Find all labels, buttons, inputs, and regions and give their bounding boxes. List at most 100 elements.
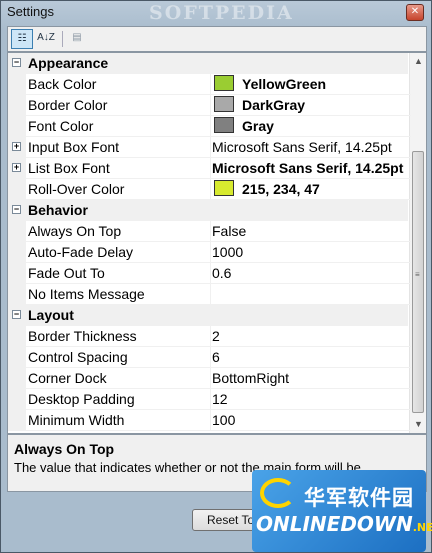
property-name: Corner Dock [26,368,211,389]
property-value[interactable]: Gray [209,116,411,137]
property-name: Auto-Fade Delay [26,242,211,263]
property-value-text: Microsoft Sans Serif, 14.25pt [212,160,404,176]
close-button[interactable]: ✕ [406,4,424,21]
property-value-text: 12 [212,391,228,407]
property-value[interactable]: 215, 234, 47 [209,179,411,200]
property-value[interactable]: 100 [209,410,411,431]
property-row[interactable]: No Items Message [8,284,411,305]
property-grid: ▲ ≡ ▼ − Appearance Back Color YellowGreen Bo… [7,52,427,434]
property-row[interactable]: Control Spacing 6 [8,347,411,368]
collapse-icon[interactable]: − [12,310,21,319]
window-title: Settings [7,4,54,19]
close-icon: ✕ [410,6,420,17]
property-value[interactable]: 2 [209,326,411,347]
color-swatch [214,96,234,112]
property-row[interactable]: Fade Out To 0.6 [8,263,411,284]
property-name: Desktop Padding [26,389,211,410]
property-pages-button[interactable]: ▤ [66,29,88,49]
expand-icon[interactable]: + [12,142,21,151]
row-gutter [8,74,26,95]
property-value[interactable]: False [209,221,411,242]
title-bar[interactable]: Settings SOFTPEDIA ✕ [1,1,431,24]
property-name: List Box Font [26,158,211,179]
color-swatch [214,180,234,196]
property-value[interactable]: Microsoft Sans Serif, 14.25pt [209,137,411,158]
property-value-text: 6 [212,349,220,365]
property-row[interactable]: Roll-Over Color 215, 234, 47 [8,179,411,200]
vertical-scrollbar[interactable]: ▲ ≡ ▼ [409,53,426,433]
property-name: Input Box Font [26,137,211,158]
property-row[interactable]: Back Color YellowGreen [8,74,411,95]
watermark: SOFTPEDIA [149,2,294,24]
collapse-icon[interactable]: − [12,58,21,67]
logo-en-text: ONLINEDOWN.NET [256,512,432,536]
collapse-icon[interactable]: − [12,205,21,214]
row-gutter [8,347,26,368]
property-row[interactable]: Border Color DarkGray [8,95,411,116]
property-row[interactable]: Auto-Fade Delay 1000 [8,242,411,263]
row-gutter [8,389,26,410]
property-row[interactable]: Minimum Width 100 [8,410,411,431]
scroll-thumb[interactable]: ≡ [412,151,424,413]
property-row[interactable]: Font Color Gray [8,116,411,137]
categorized-button[interactable]: ☷ [11,29,33,49]
property-name: No Items Message [26,284,211,305]
expand-icon[interactable]: + [12,163,21,172]
grip-icon: ≡ [415,270,420,279]
property-value[interactable]: 12 [209,389,411,410]
property-value-text: 0.6 [212,265,232,281]
category-label: Layout [28,307,74,323]
property-row[interactable]: Desktop Padding 12 [8,389,411,410]
property-value[interactable]: 6 [209,347,411,368]
alphabetical-button[interactable]: A↓Z [35,29,57,49]
property-value-text: 2 [212,328,220,344]
property-value-text: Microsoft Sans Serif, 14.25pt [212,139,392,155]
property-value[interactable]: 0.6 [209,263,411,284]
property-name: Font Color [26,116,211,137]
property-value[interactable] [209,284,411,305]
property-name: Border Color [26,95,211,116]
property-name: Control Spacing [26,347,211,368]
property-value-text: 1000 [212,244,244,260]
logo-en-word: ONLINEDOWN [256,512,413,536]
property-value[interactable]: BottomRight [209,368,411,389]
property-value[interactable]: Microsoft Sans Serif, 14.25pt [209,158,411,179]
property-value[interactable]: 1000 [209,242,411,263]
row-gutter [8,221,26,242]
onlinedown-logo: 华军软件园 ONLINEDOWN.NET [252,470,432,552]
toolbar-separator [62,31,63,47]
color-swatch [214,117,234,133]
category-label: Appearance [28,55,109,71]
sort-alphabetical-icon: A↓Z [37,32,55,43]
property-toolbar: ☷ A↓Z ▤ [7,26,427,52]
category-row[interactable]: − Appearance [8,53,408,74]
property-value-text: Gray [242,118,274,134]
row-gutter [8,95,26,116]
property-value[interactable]: DarkGray [209,95,411,116]
property-name: Minimum Width [26,410,211,431]
row-gutter [8,368,26,389]
category-row[interactable]: − Layout [8,305,408,326]
category-label: Behavior [28,202,88,218]
category-row[interactable]: − Behavior [8,200,408,221]
scroll-down-icon[interactable]: ▼ [414,419,423,429]
row-gutter [8,179,26,200]
row-gutter [8,242,26,263]
property-row[interactable]: + List Box Font Microsoft Sans Serif, 14.2… [8,158,411,179]
color-swatch [214,75,234,91]
property-row[interactable]: Always On Top False [8,221,411,242]
row-gutter [8,326,26,347]
scroll-up-icon[interactable]: ▲ [414,56,423,66]
logo-mark-icon [260,478,296,508]
row-gutter [8,263,26,284]
property-row[interactable]: Border Thickness 2 [8,326,411,347]
logo-net-text: .NET [412,521,432,534]
property-value-text: 215, 234, 47 [242,181,320,197]
property-row[interactable]: Corner Dock BottomRight [8,368,411,389]
property-value[interactable]: YellowGreen [209,74,411,95]
property-row[interactable]: + Input Box Font Microsoft Sans Serif, 14.… [8,137,411,158]
categorized-icon: ☷ [17,33,27,44]
row-gutter [8,284,26,305]
property-value-text: DarkGray [242,97,306,113]
property-name: Fade Out To [26,263,211,284]
